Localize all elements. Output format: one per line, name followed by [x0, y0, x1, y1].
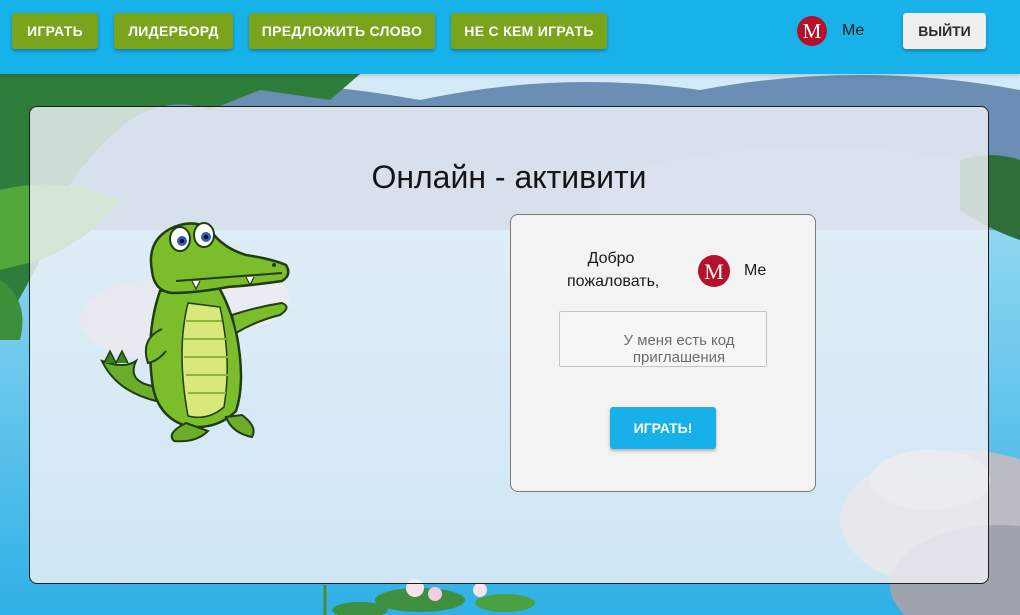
invite-code-label: У меня есть код приглашения: [623, 332, 735, 366]
card-avatar-letter: M: [704, 259, 724, 284]
page: ИГРАТЬ ЛИДЕРБОРД ПРЕДЛОЖИТЬ СЛОВО НЕ С К…: [0, 0, 1020, 615]
avatar-letter: M: [803, 19, 822, 43]
welcome-text: Добро пожаловать,: [567, 250, 660, 290]
nav-no-one-to-play-button[interactable]: НЕ С КЕМ ИГРАТЬ: [451, 13, 607, 49]
user-avatar-icon: M: [797, 16, 827, 46]
crocodile-mascot-icon: [100, 222, 290, 443]
card-username: Me: [744, 262, 767, 279]
nav-leaderboard-button[interactable]: ЛИДЕРБОРД: [114, 13, 233, 49]
welcome-card: Добро пожаловать, M Me У меня есть код п…: [510, 214, 816, 492]
nav-play-button[interactable]: ИГРАТЬ: [12, 13, 98, 49]
page-title: Онлайн - активити: [371, 159, 647, 195]
nav-suggest-word-button[interactable]: ПРЕДЛОЖИТЬ СЛОВО: [249, 13, 435, 49]
logout-button[interactable]: ВЫЙТИ: [903, 13, 986, 49]
card-user-avatar-icon: M: [698, 255, 730, 287]
play-now-button[interactable]: ИГРАТЬ!: [610, 407, 716, 449]
header-username: Me: [842, 22, 865, 39]
top-navigation-bar: ИГРАТЬ ЛИДЕРБОРД ПРЕДЛОЖИТЬ СЛОВО НЕ С К…: [0, 0, 1020, 74]
main-panel: Онлайн - активити Добро пожаловать, M Me…: [29, 106, 989, 584]
invite-code-button[interactable]: У меня есть код приглашения: [559, 311, 767, 367]
